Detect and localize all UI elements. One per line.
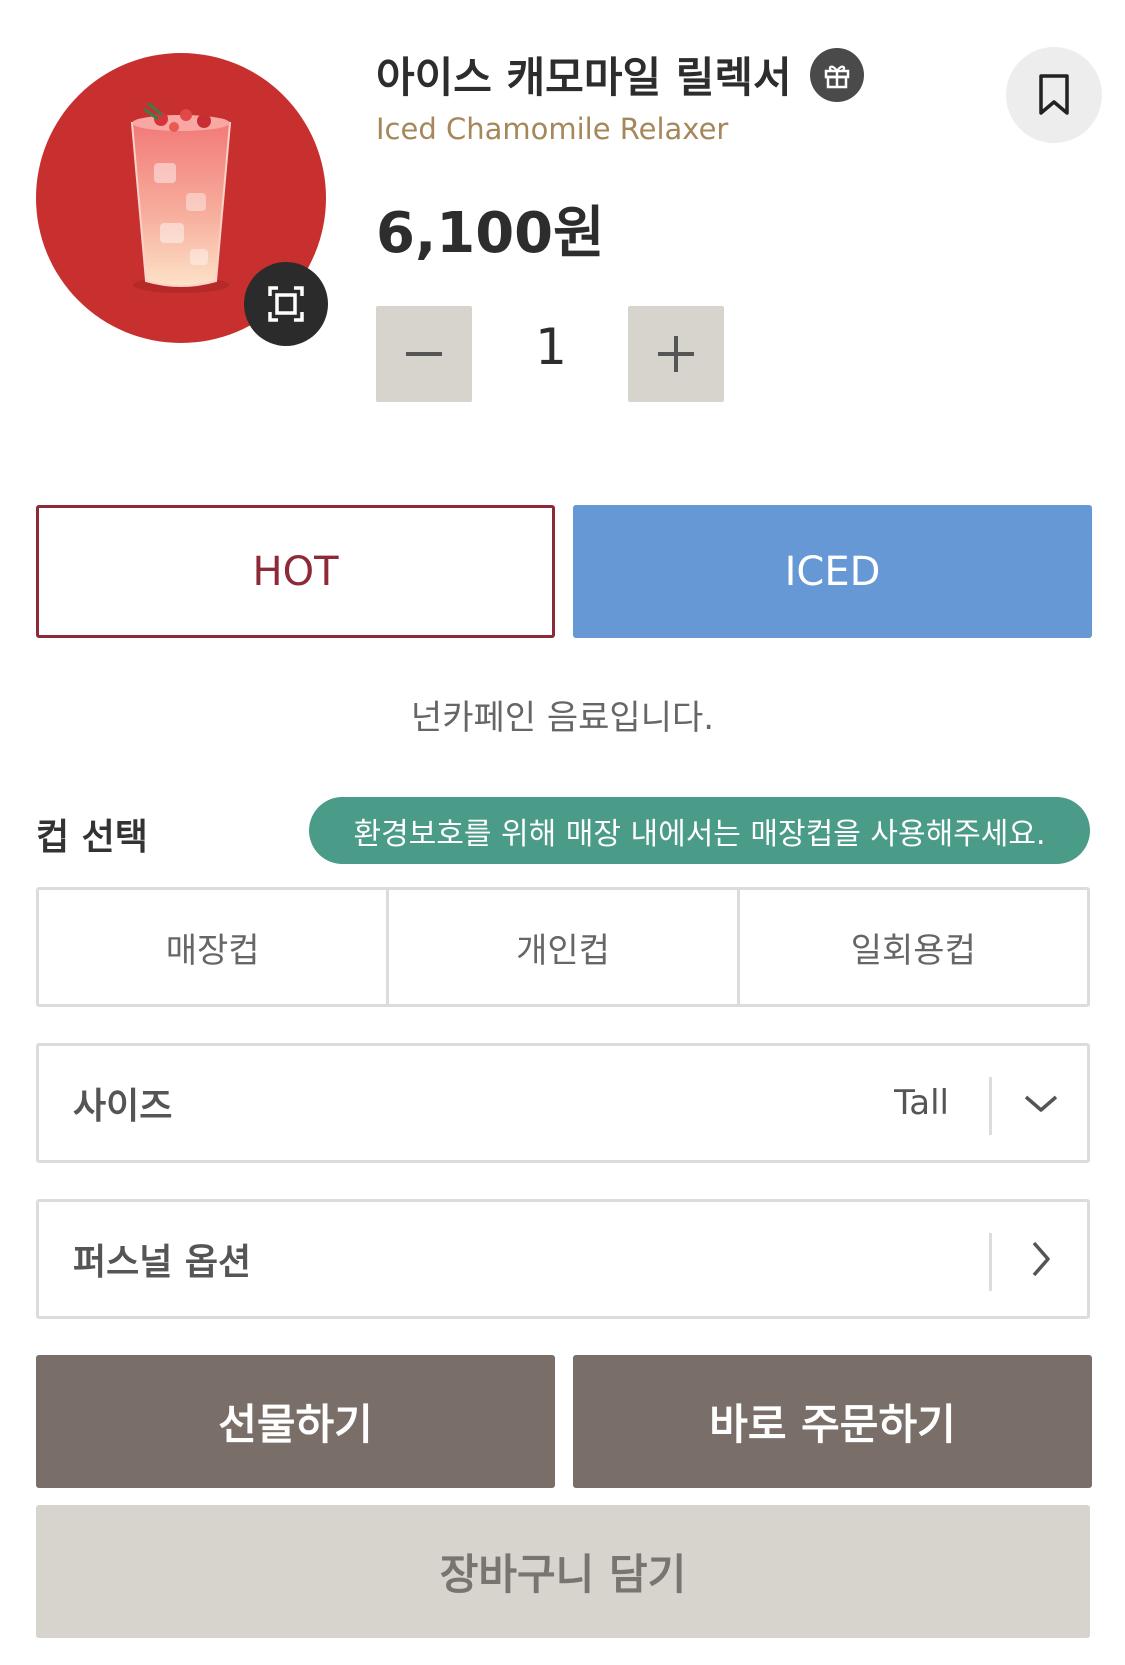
gift-icon[interactable]	[809, 47, 864, 102]
bookmark-button[interactable]	[1006, 47, 1102, 143]
eco-message-badge: 환경보호를 위해 매장 내에서는 매장컵을 사용해주세요.	[309, 797, 1090, 864]
gift-button[interactable]: 선물하기	[36, 1355, 555, 1488]
minus-icon	[406, 352, 442, 356]
size-dropdown-toggle[interactable]	[992, 1046, 1090, 1160]
product-english-name: Iced Chamomile Relaxer	[376, 112, 729, 146]
quantity-value: 1	[535, 318, 567, 376]
product-price: 6,100원	[376, 201, 605, 266]
size-label: 사이즈	[73, 1086, 173, 1127]
cup-option-personal[interactable]: 개인컵	[386, 890, 736, 1004]
caffeine-notice: 넌카페인 음료입니다.	[410, 698, 715, 738]
quantity-increase-button[interactable]	[628, 306, 724, 402]
cup-options: 매장컵 개인컵 일회용컵	[36, 887, 1090, 1007]
personal-option-row[interactable]: 퍼스널 옵션	[36, 1199, 1090, 1319]
plus-icon	[658, 336, 694, 372]
size-selector[interactable]: 사이즈 Tall	[36, 1043, 1090, 1163]
zoom-button[interactable]	[244, 262, 328, 346]
cup-selection-label: 컵 선택	[36, 817, 148, 858]
iced-option-button[interactable]: ICED	[573, 505, 1092, 638]
order-now-button[interactable]: 바로 주문하기	[573, 1355, 1092, 1488]
quantity-decrease-button[interactable]	[376, 306, 472, 402]
cup-option-disposable[interactable]: 일회용컵	[736, 890, 1087, 1004]
chevron-right-icon	[1032, 1241, 1050, 1277]
cup-option-store[interactable]: 매장컵	[39, 890, 386, 1004]
hot-option-button[interactable]: HOT	[36, 505, 555, 638]
bookmark-icon	[1039, 74, 1069, 115]
expand-icon	[268, 286, 304, 322]
product-title: 아이스 캐모마일 릴렉서	[376, 44, 864, 105]
add-to-cart-button[interactable]: 장바구니 담기	[36, 1505, 1090, 1638]
size-value: Tall	[894, 1083, 949, 1123]
personal-option-open[interactable]	[992, 1202, 1090, 1316]
personal-option-label: 퍼스널 옵션	[73, 1242, 252, 1283]
product-name: 아이스 캐모마일 릴렉서	[376, 53, 792, 102]
chevron-down-icon	[1024, 1095, 1058, 1112]
